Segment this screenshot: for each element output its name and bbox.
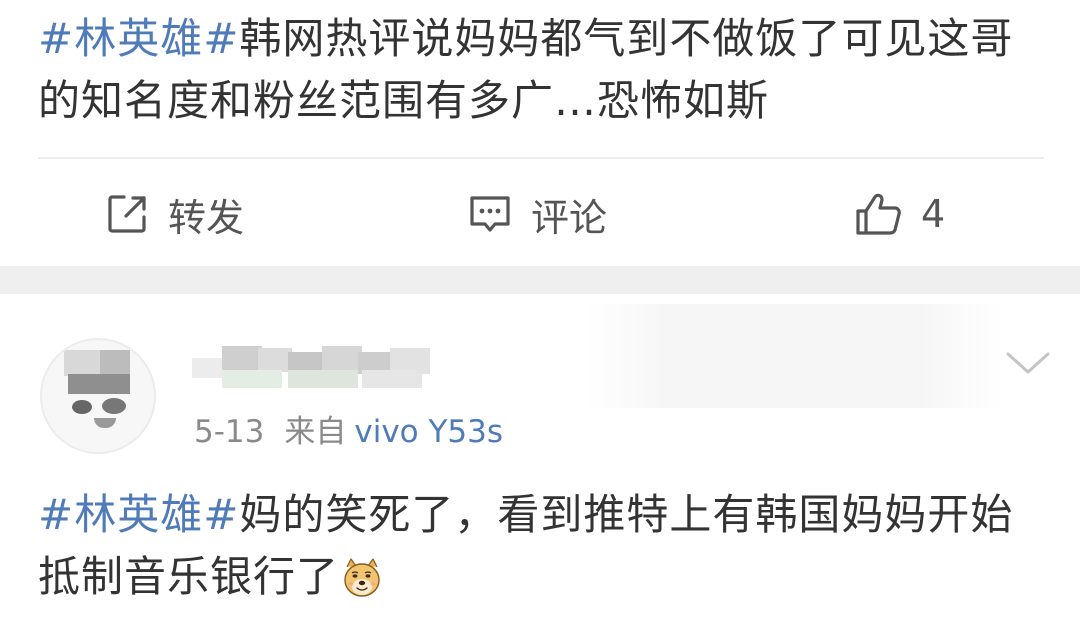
avatar[interactable] <box>40 338 156 454</box>
post-date: 5-13 <box>194 414 265 450</box>
blurred-region <box>585 304 1005 408</box>
share-square-icon <box>106 192 150 236</box>
like-button[interactable]: 4 <box>855 190 945 238</box>
username-blurred[interactable] <box>192 344 448 396</box>
forward-button[interactable]: 转发 <box>106 190 244 240</box>
action-bar: 转发 评论 4 <box>0 160 1080 266</box>
post-meta: 5-13 来自 vivo Y53s <box>194 412 503 452</box>
post-1-body: #林英雄#韩网热评说妈妈都气到不做饭了可见这哥的知名度和粉丝范围有多广…恐怖如斯 <box>38 8 1048 132</box>
feed-separator <box>0 266 1080 294</box>
post-2-body: #林英雄#妈的笑死了，看到推特上有韩国妈妈开始抵制音乐银行了 <box>38 484 1048 616</box>
post-card-1: #林英雄#韩网热评说妈妈都气到不做饭了可见这哥的知名度和粉丝范围有多广…恐怖如斯… <box>0 0 1080 266</box>
hashtag-link[interactable]: #林英雄# <box>38 14 239 63</box>
forward-label: 转发 <box>168 195 245 240</box>
comment-button[interactable]: 评论 <box>467 190 607 240</box>
chevron-down-icon[interactable] <box>1004 348 1052 378</box>
hashtag-link[interactable]: #林英雄# <box>38 490 239 539</box>
source-device-link[interactable]: vivo Y53s <box>354 414 503 450</box>
action-divider <box>38 157 1044 159</box>
source-label: 来自 <box>284 414 347 450</box>
doge-emoji-icon <box>341 554 383 616</box>
comment-label: 评论 <box>531 195 608 240</box>
post-card-2: 5-13 来自 vivo Y53s #林英雄#妈的笑死了，看到推特上有韩国妈妈开始抵… <box>0 294 1080 620</box>
like-count: 4 <box>921 192 946 236</box>
thumbs-up-icon <box>855 191 903 237</box>
comment-bubble-icon <box>467 192 513 236</box>
